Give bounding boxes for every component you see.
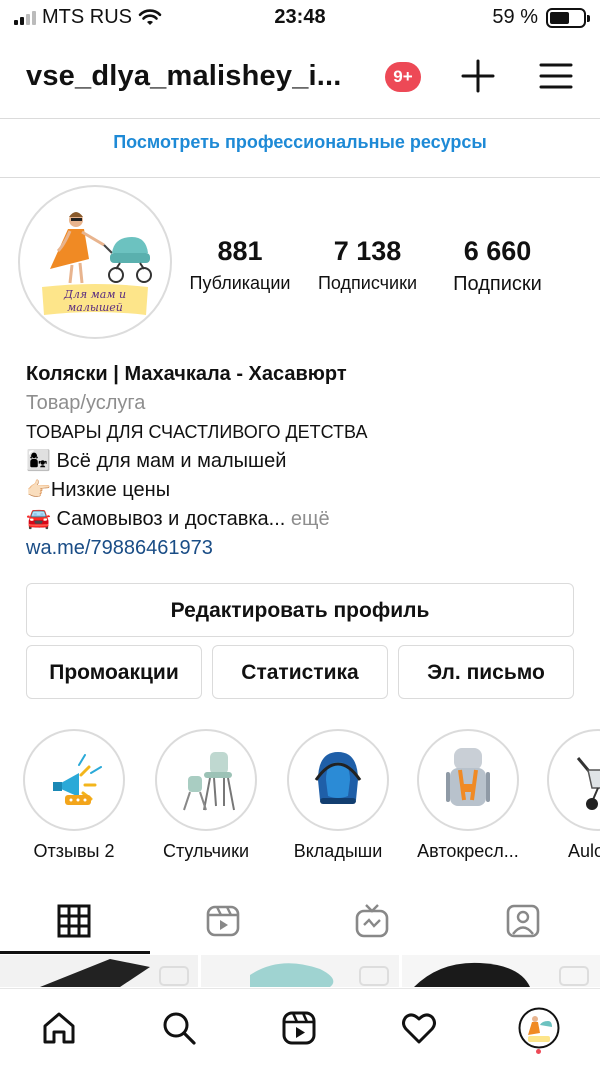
- bottom-navigation: [0, 988, 600, 1065]
- heart-icon[interactable]: [400, 1009, 438, 1047]
- mother-child-emoji-icon: 👩‍👧: [26, 450, 51, 472]
- highlight-label: Вкладыши: [293, 841, 383, 861]
- home-icon[interactable]: [40, 1009, 78, 1047]
- highlight-reviews[interactable]: Отзывы 2: [22, 729, 126, 862]
- pro-divider: [0, 177, 600, 178]
- insights-button[interactable]: Статистика: [212, 645, 388, 699]
- igtv-icon[interactable]: [354, 903, 390, 939]
- svg-text:Для мам и: Для мам и: [63, 288, 126, 301]
- highlight-label: Стульчики: [162, 841, 250, 861]
- highlight-label: Aulon с: [567, 841, 600, 861]
- profile-avatar[interactable]: Для мам и малышей: [18, 185, 172, 339]
- stat-label: Публикации: [189, 273, 291, 293]
- status-bar: MTS RUS 23:48 59 %: [0, 0, 600, 36]
- avatar-logo-icon: Для мам и малышей: [42, 212, 152, 315]
- bio-line: 👩‍👧 Всё для мам и малышей: [26, 450, 287, 472]
- tagged-icon[interactable]: [505, 903, 541, 939]
- profile-avatar-icon[interactable]: [518, 1007, 560, 1049]
- username-switcher[interactable]: vse_dlya_malishey_i...: [26, 60, 342, 93]
- notification-badge[interactable]: 9+: [385, 62, 421, 92]
- posts-grid-preview[interactable]: [0, 955, 600, 987]
- reels-icon[interactable]: [280, 1009, 318, 1047]
- bio-line: 👉🏻Низкие цены: [26, 479, 171, 501]
- bio-website-link[interactable]: wa.me/79886461973: [26, 534, 586, 563]
- highlight-inserts[interactable]: Вкладыши: [286, 729, 390, 862]
- profile-category: Товар/услуга: [26, 392, 146, 414]
- stroller-icon: [576, 757, 600, 810]
- battery-icon: [546, 7, 590, 28]
- active-tab-indicator: [0, 951, 150, 954]
- post-thumbnails: [0, 955, 600, 987]
- highlight-label: Отзывы 2: [33, 841, 115, 861]
- megaphone-icon: [53, 754, 102, 805]
- hamburger-menu-icon[interactable]: [538, 58, 574, 94]
- profile-bio: Коляски | Махачкала - Хасавюрт Товар/усл…: [26, 360, 586, 563]
- stat-number: 881: [217, 236, 263, 266]
- bio-line: ТОВАРЫ ДЛЯ СЧАСТЛИВОГО ДЕТСТВА: [26, 422, 368, 442]
- highlight-high-chairs[interactable]: Стульчики: [154, 729, 258, 862]
- plus-icon[interactable]: [460, 58, 496, 94]
- bio-more-link[interactable]: ещё: [285, 508, 330, 530]
- stat-label: Подписчики: [317, 273, 418, 293]
- edit-profile-button[interactable]: Редактировать профиль: [26, 583, 574, 637]
- promotions-button[interactable]: Промоакции: [26, 645, 202, 699]
- professional-resources-link[interactable]: Посмотреть профессиональные ресурсы: [0, 132, 600, 153]
- stat-label: Подписки: [453, 273, 542, 295]
- stat-number: 6 660: [463, 236, 532, 266]
- battery-percent: 59 %: [492, 6, 538, 28]
- stat-following[interactable]: 6 660 Подписки: [435, 236, 560, 296]
- search-icon[interactable]: [160, 1009, 198, 1047]
- infant-carrier-icon: [314, 752, 362, 804]
- highlight-label: Автокресл...: [417, 841, 519, 861]
- profile-stats: 881 Публикации 7 138 Подписчики 6 660 По…: [190, 236, 590, 296]
- profile-header: vse_dlya_malishey_i... 9+: [0, 50, 600, 110]
- bio-line: 🚘 Самовывоз и доставка... ещё: [26, 508, 330, 530]
- reels-tab-icon[interactable]: [205, 903, 241, 939]
- stat-number: 7 138: [333, 236, 402, 266]
- email-button[interactable]: Эл. письмо: [398, 645, 574, 699]
- car-emoji-icon: 🚘: [26, 508, 51, 530]
- stat-posts[interactable]: 881 Публикации: [180, 236, 300, 296]
- grid-icon[interactable]: [56, 903, 92, 939]
- header-divider: [0, 118, 600, 119]
- highlight-aulon[interactable]: Aulon с: [546, 729, 600, 862]
- svg-text:малышей: малышей: [67, 301, 123, 314]
- high-chair-icon: [183, 752, 235, 811]
- highlight-car-seats[interactable]: Автокресл...: [416, 729, 520, 862]
- status-right: 59 %: [492, 6, 590, 29]
- profile-notification-dot: [536, 1049, 541, 1054]
- pointing-hand-emoji-icon: 👉🏻: [26, 479, 51, 501]
- car-seat-icon: [446, 748, 490, 806]
- profile-name: Коляски | Махачкала - Хасавюрт: [26, 363, 347, 385]
- stat-followers[interactable]: 7 138 Подписчики: [300, 236, 435, 296]
